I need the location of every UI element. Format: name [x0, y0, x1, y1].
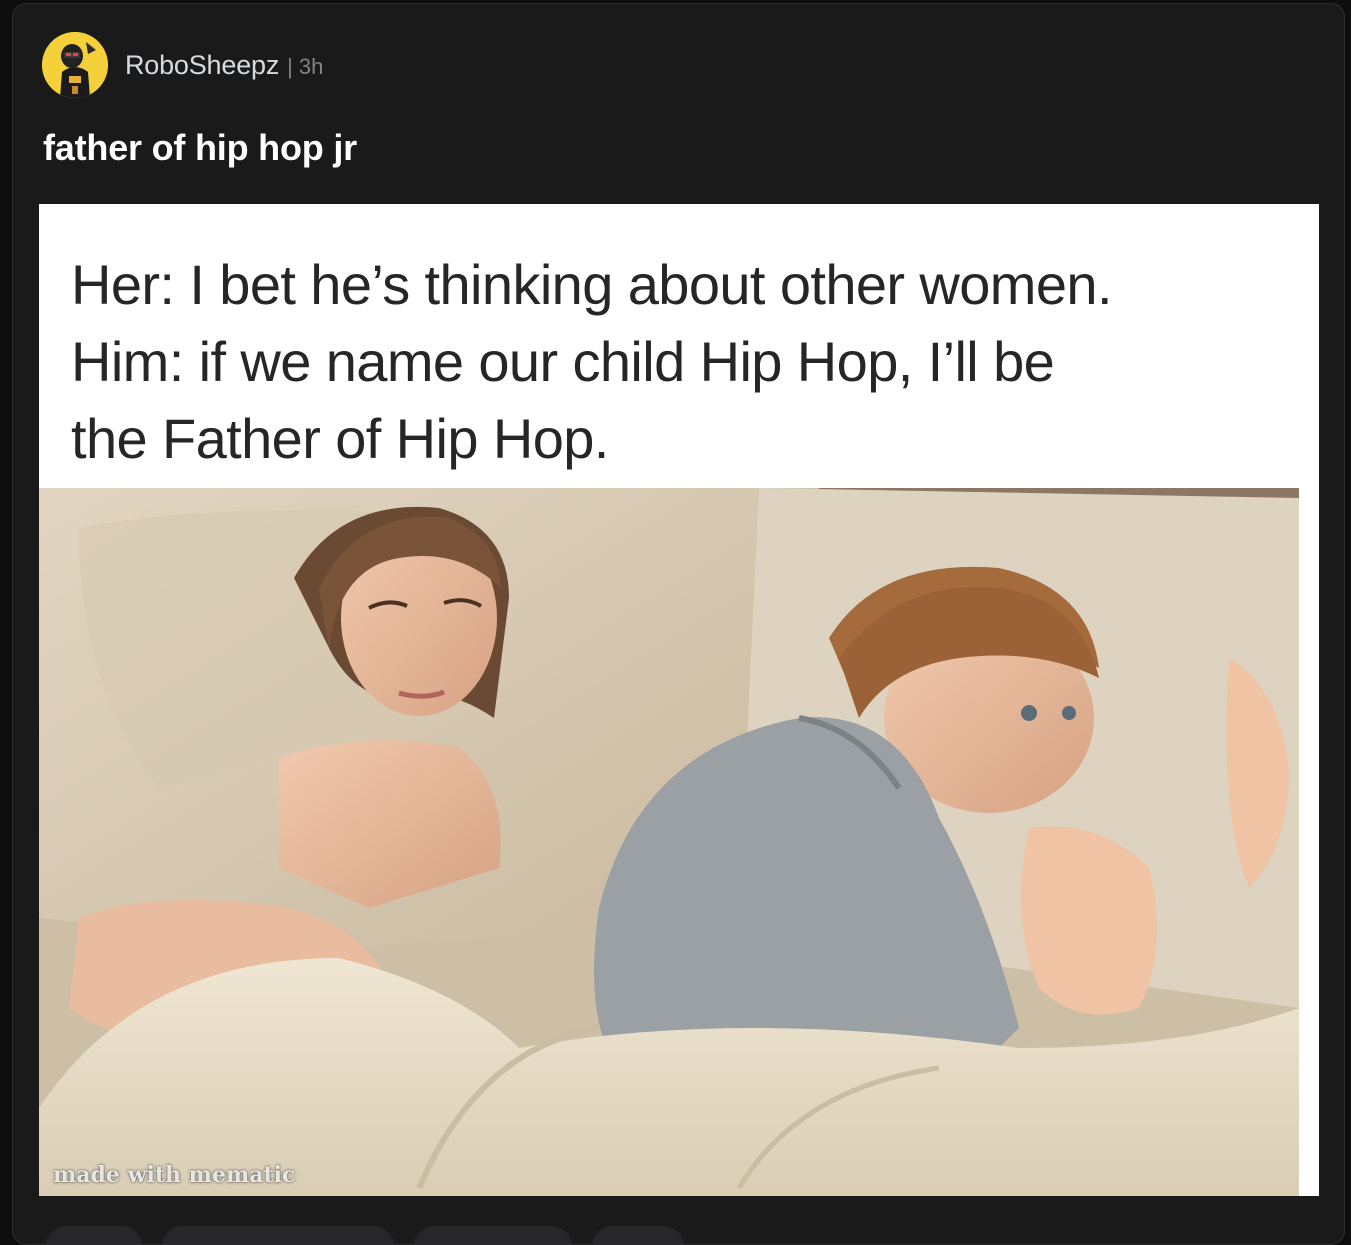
meta-separator: |: [287, 53, 293, 79]
meme-caption: Her: I bet he’s thinking about other wom…: [71, 246, 1113, 477]
post-header: RoboSheepz | 3h: [42, 32, 323, 98]
meme-caption-line: Him: if we name our child Hip Hop, I’ll …: [71, 330, 1055, 393]
robot-character-icon: [42, 32, 108, 98]
meme-caption-line: the Father of Hip Hop.: [71, 407, 609, 470]
avatar[interactable]: [42, 32, 108, 98]
meme-photo: made with mematic: [39, 488, 1319, 1196]
mematic-watermark: made with mematic: [53, 1162, 296, 1188]
award-button[interactable]: [414, 1226, 572, 1244]
meme-caption-line: Her: I bet he’s thinking about other wom…: [71, 253, 1113, 316]
post-title[interactable]: father of hip hop jr: [43, 127, 357, 169]
post-timestamp: 3h: [298, 53, 324, 79]
comments-button[interactable]: [162, 1226, 394, 1244]
couple-in-bed-illustration: [39, 488, 1319, 1196]
vote-button[interactable]: [46, 1226, 142, 1244]
author-meta: RoboSheepz | 3h: [125, 50, 323, 81]
post-image[interactable]: Her: I bet he’s thinking about other wom…: [39, 204, 1319, 1196]
author-name[interactable]: RoboSheepz: [125, 50, 279, 81]
post-card[interactable]: RoboSheepz | 3h father of hip hop jr Her…: [12, 3, 1345, 1245]
share-button[interactable]: [592, 1226, 684, 1244]
post-actions: [46, 1226, 684, 1244]
